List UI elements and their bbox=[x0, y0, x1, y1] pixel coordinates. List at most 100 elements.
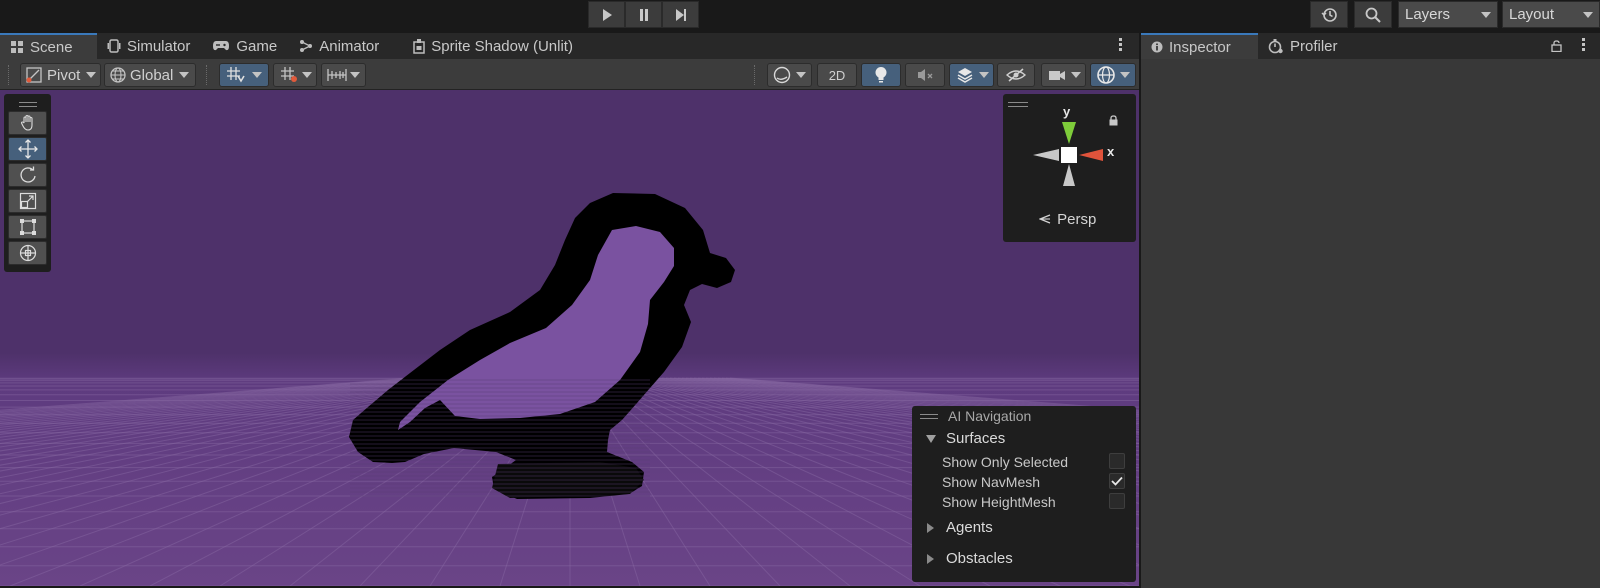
transform-tools-panel bbox=[4, 94, 51, 272]
chevron-down-icon bbox=[179, 72, 190, 78]
show-heightmesh-checkbox[interactable] bbox=[1109, 493, 1125, 509]
tab-profiler[interactable]: Profiler bbox=[1258, 33, 1350, 59]
chevron-down-icon bbox=[252, 72, 262, 78]
grid-snapping-toggle[interactable] bbox=[219, 63, 269, 87]
shading-mode-dropdown[interactable] bbox=[767, 63, 812, 87]
layers-dropdown[interactable]: Layers bbox=[1398, 1, 1498, 28]
x-axis-cone bbox=[1079, 149, 1103, 161]
playback-controls bbox=[588, 1, 699, 28]
gizmos-globe-icon bbox=[1097, 66, 1115, 84]
gizmos-dropdown[interactable] bbox=[1090, 63, 1136, 87]
foldout-collapsed-icon bbox=[927, 553, 934, 564]
ai-navigation-title: AI Navigation bbox=[948, 408, 1032, 424]
y-axis-label: y bbox=[1063, 104, 1071, 119]
top-toolbar: Layers Layout bbox=[0, 0, 1600, 30]
info-icon bbox=[1151, 41, 1163, 53]
ai-navigation-header[interactable]: AI Navigation bbox=[920, 408, 1031, 424]
simulator-icon bbox=[107, 39, 121, 53]
camera-dropdown[interactable] bbox=[1041, 63, 1086, 87]
global-dropdown[interactable]: Global bbox=[104, 63, 196, 87]
move-tool-button[interactable] bbox=[8, 137, 47, 161]
ruler-toggle[interactable] bbox=[321, 63, 366, 87]
pivot-dropdown[interactable]: Pivot bbox=[20, 63, 101, 87]
chevron-down-icon bbox=[350, 72, 360, 78]
rotate-tool-button[interactable] bbox=[8, 163, 47, 187]
snap-increment-icon bbox=[281, 67, 297, 82]
tab-simulator[interactable]: Simulator bbox=[97, 33, 202, 59]
scene-visibility-toggle[interactable] bbox=[997, 63, 1035, 87]
foldout-expanded-icon bbox=[926, 434, 936, 443]
tab-animator[interactable]: Animator bbox=[289, 33, 391, 59]
search-button[interactable] bbox=[1354, 1, 1392, 28]
profiler-icon bbox=[1268, 38, 1284, 54]
panel-grip[interactable] bbox=[18, 102, 37, 107]
tab-game[interactable]: Game bbox=[202, 33, 289, 59]
pivot-icon bbox=[26, 67, 42, 83]
scale-tool-icon bbox=[19, 192, 36, 210]
scene-tab-bar: Scene Simulator Game Animator Sprite Sha… bbox=[0, 33, 1139, 59]
chevron-down-icon bbox=[1481, 12, 1491, 18]
surfaces-foldout[interactable]: Surfaces bbox=[926, 430, 1005, 447]
mode-2d-toggle[interactable]: 2D bbox=[817, 63, 857, 87]
history-button[interactable] bbox=[1310, 1, 1348, 28]
scene-more-icon[interactable] bbox=[1119, 38, 1123, 53]
agents-foldout[interactable]: Agents bbox=[927, 519, 993, 536]
pause-button[interactable] bbox=[625, 1, 662, 28]
chevron-down-icon bbox=[86, 72, 97, 78]
foldout-collapsed-icon bbox=[927, 522, 934, 533]
show-navmesh-label: Show NavMesh bbox=[942, 474, 1041, 490]
lightbulb-icon bbox=[875, 67, 887, 83]
chevron-down-icon bbox=[979, 72, 989, 78]
ai-navigation-overlay: AI Navigation Surfaces Show Only Selecte… bbox=[912, 406, 1136, 582]
tab-scene[interactable]: Scene bbox=[0, 33, 97, 59]
toolbar-separator bbox=[206, 65, 208, 85]
projection-toggle[interactable]: Persp bbox=[1038, 211, 1097, 228]
play-icon bbox=[602, 8, 612, 21]
show-only-selected-checkbox[interactable] bbox=[1109, 453, 1125, 469]
agents-label: Agents bbox=[946, 519, 993, 536]
audio-toggle[interactable] bbox=[905, 63, 945, 87]
tab-sprite-shadow[interactable]: Sprite Shadow (Unlit) bbox=[391, 33, 585, 59]
effects-dropdown[interactable] bbox=[949, 63, 994, 87]
scene-icon bbox=[10, 40, 24, 54]
inspector-more-icon[interactable] bbox=[1582, 38, 1586, 53]
lock-icon[interactable] bbox=[1109, 113, 1118, 129]
transform-tool-icon bbox=[19, 244, 36, 262]
global-label: Global bbox=[130, 66, 174, 84]
tab-simulator-label: Simulator bbox=[127, 37, 191, 55]
layout-dropdown[interactable]: Layout bbox=[1502, 1, 1600, 28]
step-button[interactable] bbox=[662, 1, 699, 28]
toolbar-separator bbox=[754, 65, 756, 85]
scale-tool-button[interactable] bbox=[8, 189, 47, 213]
play-button[interactable] bbox=[588, 1, 625, 28]
neg-x-axis-cone bbox=[1033, 149, 1059, 161]
obstacles-foldout[interactable]: Obstacles bbox=[927, 550, 1013, 567]
surfaces-label: Surfaces bbox=[946, 430, 1006, 447]
show-navmesh-checkbox[interactable] bbox=[1109, 473, 1125, 489]
shading-sphere-icon bbox=[773, 66, 791, 84]
inspector-panel bbox=[1141, 59, 1600, 588]
projection-label: Persp bbox=[1057, 211, 1097, 228]
show-only-selected-label: Show Only Selected bbox=[942, 454, 1069, 470]
rect-tool-button[interactable] bbox=[8, 215, 47, 239]
tab-inspector[interactable]: Inspector bbox=[1141, 33, 1258, 59]
hand-tool-button[interactable] bbox=[8, 111, 47, 135]
audio-mute-icon bbox=[918, 69, 933, 81]
hidden-eye-icon bbox=[1006, 68, 1026, 82]
animator-icon bbox=[299, 39, 313, 53]
x-axis-label: x bbox=[1107, 144, 1115, 159]
globe-icon bbox=[110, 67, 126, 83]
shader-icon bbox=[413, 38, 425, 54]
layers-label: Layers bbox=[1405, 6, 1451, 23]
transform-tool-button[interactable] bbox=[8, 241, 47, 265]
lock-icon[interactable] bbox=[1551, 39, 1562, 55]
obstacles-label: Obstacles bbox=[946, 550, 1013, 567]
increment-snapping-toggle[interactable] bbox=[273, 63, 317, 87]
lighting-toggle[interactable] bbox=[861, 63, 901, 87]
tab-animator-label: Animator bbox=[319, 37, 380, 55]
chevron-down-icon bbox=[1071, 72, 1081, 78]
layers-stack-icon bbox=[957, 68, 973, 83]
search-icon bbox=[1365, 7, 1381, 23]
center-cube bbox=[1061, 147, 1077, 163]
tab-sprite-shadow-label: Sprite Shadow (Unlit) bbox=[431, 37, 573, 55]
